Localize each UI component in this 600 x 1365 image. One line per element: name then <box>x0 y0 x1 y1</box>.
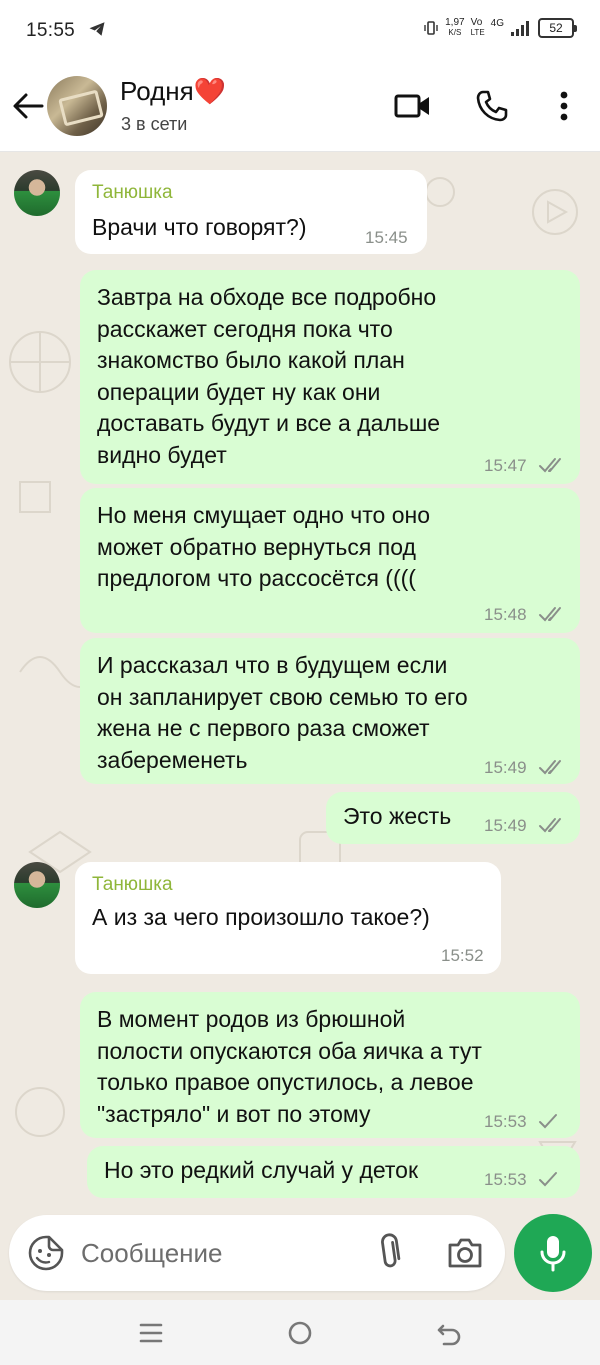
camera-icon[interactable] <box>445 1233 485 1273</box>
sender-avatar[interactable] <box>14 862 60 908</box>
sender-avatar[interactable] <box>14 170 60 216</box>
sent-tick-icon <box>539 1172 557 1187</box>
sticker-icon[interactable] <box>27 1234 65 1272</box>
chat-subtitle[interactable]: 3 в сети <box>121 114 187 135</box>
phone-icon <box>476 90 508 122</box>
read-ticks-icon <box>539 760 561 775</box>
video-call-button[interactable] <box>393 86 433 126</box>
chat-title[interactable]: Родня❤️ <box>120 76 226 107</box>
message-time: 15:49 <box>484 816 527 835</box>
net-speed-value: 1,97 <box>445 17 465 28</box>
paperclip-icon[interactable] <box>370 1233 408 1273</box>
message-bubble-incoming[interactable]: Танюшка А из за чего произошло такое?) 1… <box>75 862 501 974</box>
vibrate-icon <box>424 21 438 35</box>
sent-tick-icon <box>539 1114 557 1129</box>
mic-icon <box>540 1236 566 1272</box>
back-nav-icon[interactable] <box>435 1318 465 1348</box>
home-icon[interactable] <box>285 1318 315 1348</box>
volte-bottom: LTE <box>470 28 485 37</box>
battery-icon: 52 <box>538 18 577 38</box>
volte-indicator: Vo LTE <box>471 18 485 38</box>
message-bubble-outgoing[interactable]: И рассказал что в будущем если он заплан… <box>80 638 580 784</box>
message-sender[interactable]: Танюшка <box>92 182 173 204</box>
read-ticks-icon <box>539 818 561 833</box>
more-vert-icon <box>560 91 568 121</box>
message-time: 15:53 <box>484 1170 527 1189</box>
message-text: А из за чего произошло такое?) <box>92 904 430 930</box>
message-time: 15:53 <box>484 1112 527 1131</box>
arrow-left-icon <box>13 93 44 119</box>
volte-top: Vo <box>470 17 483 28</box>
system-nav-bar <box>0 1300 600 1365</box>
net-speed-unit: K/S <box>448 28 462 37</box>
message-sender[interactable]: Танюшка <box>92 874 173 896</box>
message-input[interactable]: Сообщение <box>81 1238 223 1269</box>
message-bubble-outgoing[interactable]: Но меня смущает одно что оно может обрат… <box>80 488 580 633</box>
status-time: 15:55 <box>26 20 76 41</box>
voice-call-button[interactable] <box>472 86 512 126</box>
message-bubble-incoming[interactable]: Танюшка Врачи что говорят?) 15:45 <box>75 170 427 254</box>
chat-header: Родня❤️ 3 в сети <box>0 62 600 152</box>
message-time: 15:52 <box>441 946 484 965</box>
back-button[interactable] <box>10 88 46 124</box>
message-time: 15:47 <box>484 456 527 475</box>
message-composer: Сообщение <box>9 1215 505 1291</box>
network-gen: 4G <box>490 18 504 29</box>
message-bubble-outgoing[interactable]: В момент родов из брюшной полости опуска… <box>80 992 580 1138</box>
message-text: В момент родов из брюшной полости опуска… <box>97 1006 482 1127</box>
telegram-icon <box>89 22 105 36</box>
voice-record-button[interactable] <box>514 1214 592 1292</box>
signal-icon <box>511 21 529 36</box>
read-ticks-icon <box>539 607 561 622</box>
message-text: Завтра на обходе все подробно расскажет … <box>97 284 441 468</box>
message-bubble-outgoing[interactable]: Но это редкий случай у деток 15:53 <box>87 1146 580 1198</box>
message-time: 15:48 <box>484 605 527 624</box>
message-bubble-outgoing[interactable]: Это жесть 15:49 <box>326 792 580 844</box>
message-bubble-outgoing[interactable]: Завтра на обходе все подробно расскажет … <box>80 270 580 484</box>
status-bar: 15:55 1,97 K/S Vo LTE 4G 52 <box>0 0 600 62</box>
status-indicators: 1,97 K/S Vo LTE 4G 52 <box>423 18 577 38</box>
message-text: Это жесть <box>343 803 452 829</box>
menu-button[interactable] <box>544 86 584 126</box>
menu-icon[interactable] <box>136 1318 166 1348</box>
group-avatar[interactable] <box>47 76 107 136</box>
message-time: 15:45 <box>365 228 408 247</box>
read-ticks-icon <box>539 458 561 473</box>
message-text: И рассказал что в будущем если он заплан… <box>97 652 468 773</box>
message-text: Но меня смущает одно что оно может обрат… <box>97 502 430 591</box>
battery-level: 52 <box>549 21 563 35</box>
message-text: Но это редкий случай у деток <box>104 1157 419 1183</box>
message-text: Врачи что говорят?) <box>92 214 307 240</box>
video-call-icon <box>394 94 429 118</box>
net-speed: 1,97 K/S <box>445 18 464 38</box>
message-time: 15:49 <box>484 758 527 777</box>
